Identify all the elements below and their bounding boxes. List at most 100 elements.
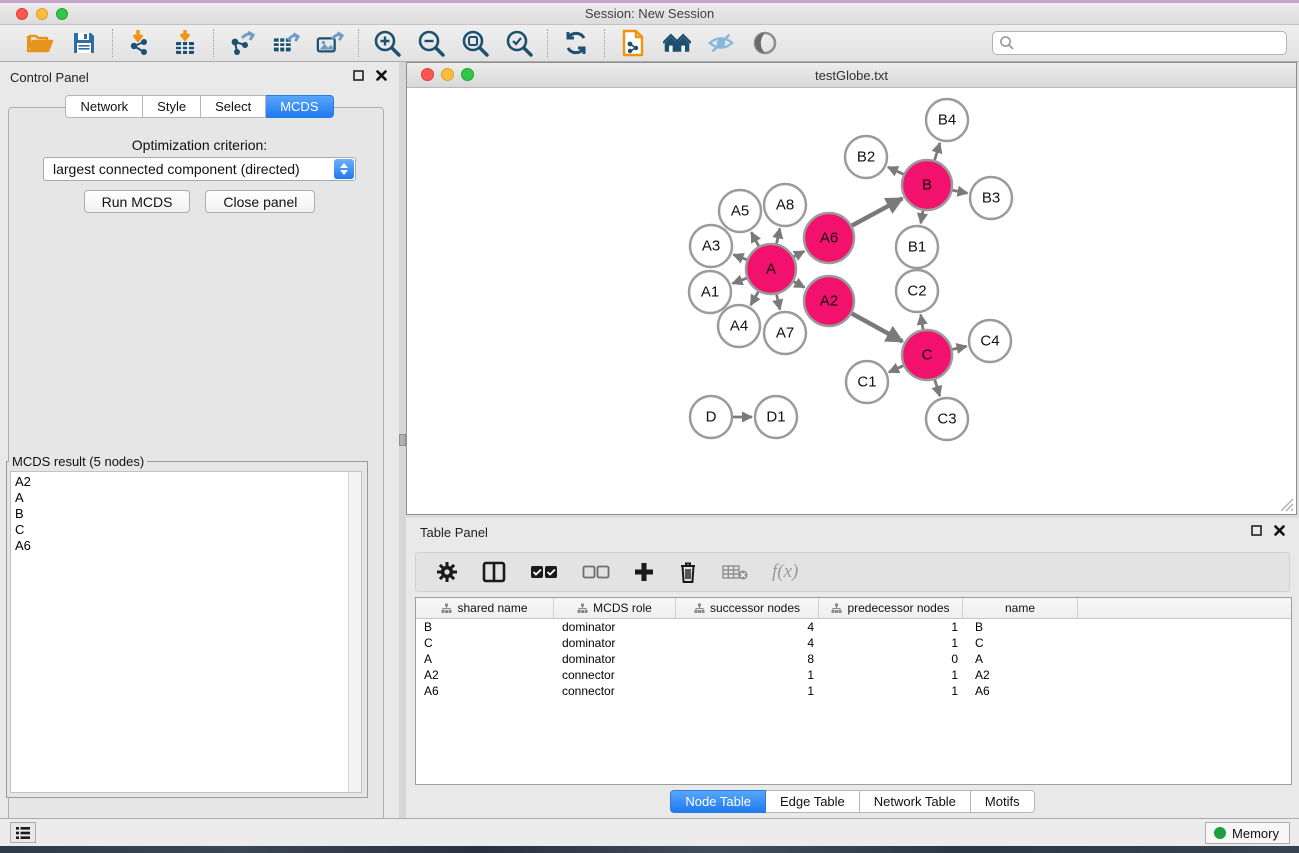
hide-details-eye-icon[interactable]	[707, 29, 735, 57]
graph-node-label-B1: B1	[908, 239, 926, 256]
tab-network[interactable]: Network	[65, 95, 143, 118]
float-panel-icon[interactable]	[353, 70, 364, 81]
table-row[interactable]: A2connector11A2	[416, 667, 1291, 683]
graph-edge-A6-B[interactable]	[852, 198, 903, 225]
graph-edge-A-A2[interactable]	[794, 282, 805, 288]
tab-select[interactable]: Select	[201, 95, 266, 118]
resize-grip-icon[interactable]	[1280, 498, 1294, 512]
memory-button[interactable]: Memory	[1205, 822, 1290, 844]
dropdown-stepper-icon	[334, 159, 354, 179]
cell-name: A6	[963, 683, 1078, 699]
graph-edge-A-A1[interactable]	[733, 278, 747, 283]
table-row[interactable]: Bdominator41B	[416, 619, 1291, 635]
float-table-panel-icon[interactable]	[1251, 525, 1262, 536]
refresh-layout-icon[interactable]	[562, 29, 590, 57]
network-window-title: testGlobe.txt	[407, 68, 1296, 83]
column-header-name[interactable]: name	[963, 598, 1078, 618]
tab-edge-table[interactable]: Edge Table	[766, 790, 860, 813]
deselect-all-checkboxes-icon[interactable]	[582, 565, 610, 579]
zoom-selected-icon[interactable]	[505, 29, 533, 57]
tab-style[interactable]: Style	[143, 95, 201, 118]
delete-column-trash-icon[interactable]	[678, 561, 698, 583]
dropdown-value: largest connected component (directed)	[53, 161, 300, 177]
graph-edge-B-B4[interactable]	[935, 143, 940, 160]
graph-edge-A-A5[interactable]	[751, 232, 758, 246]
table-panel-title: Table Panel	[420, 525, 488, 540]
add-column-icon[interactable]	[634, 562, 654, 582]
close-table-panel-icon[interactable]	[1274, 525, 1285, 536]
graph-node-label-A8: A8	[776, 197, 794, 214]
graph-edge-A-A7[interactable]	[777, 294, 780, 309]
select-all-checkboxes-icon[interactable]	[530, 565, 558, 579]
tab-node-table[interactable]: Node Table	[670, 790, 766, 813]
splitter-handle[interactable]	[399, 434, 406, 446]
graph-edge-A-A6[interactable]	[794, 251, 804, 257]
export-image-icon[interactable]	[316, 29, 344, 57]
cell-name: A	[963, 651, 1078, 667]
table-row[interactable]: Cdominator41C	[416, 635, 1291, 651]
export-table-icon[interactable]	[272, 29, 300, 57]
graph-edge-A-A8[interactable]	[777, 228, 780, 243]
clone-network-icon[interactable]	[619, 29, 647, 57]
tab-motifs[interactable]: Motifs	[971, 790, 1035, 813]
graph-edge-A-A3[interactable]	[733, 255, 746, 260]
graph-edge-B-B3[interactable]	[953, 190, 968, 193]
search-icon	[999, 35, 1015, 51]
search-input[interactable]	[992, 31, 1287, 55]
column-header-shared-name[interactable]: shared name	[416, 598, 554, 618]
zoom-fit-icon[interactable]	[461, 29, 489, 57]
zoom-out-icon[interactable]	[417, 29, 445, 57]
main-titlebar[interactable]: Session: New Session	[0, 3, 1299, 25]
graph-node-label-A7: A7	[776, 325, 794, 342]
task-history-list-button[interactable]	[10, 822, 36, 843]
scrollbar-track[interactable]	[348, 472, 361, 792]
table-settings-gear-icon[interactable]	[436, 561, 458, 583]
column-visibility-icon[interactable]	[482, 561, 506, 583]
graph-edge-C-C1[interactable]	[889, 366, 903, 373]
column-header-successor-nodes[interactable]: successor nodes	[676, 598, 819, 618]
table-panel: Table Panel	[406, 518, 1299, 818]
graph-edge-B-B1[interactable]	[921, 211, 923, 224]
close-panel-icon[interactable]	[376, 70, 387, 81]
save-session-icon[interactable]	[70, 29, 98, 57]
table-header-row: shared nameMCDS rolesuccessor nodesprede…	[416, 598, 1291, 619]
cell-successor-nodes: 1	[676, 667, 819, 683]
run-mcds-button[interactable]: Run MCDS	[84, 190, 191, 213]
mcds-result-item: A6	[15, 538, 361, 554]
zoom-in-icon[interactable]	[373, 29, 401, 57]
cell-filler	[1078, 667, 1291, 683]
import-table-icon[interactable]	[171, 29, 199, 57]
column-header-mcds-role[interactable]: MCDS role	[554, 598, 676, 618]
mcds-result-item: A	[15, 490, 361, 506]
graph-edge-A2-C[interactable]	[852, 314, 903, 342]
vertical-splitter[interactable]	[399, 62, 406, 818]
close-panel-button[interactable]: Close panel	[205, 190, 315, 213]
graph-edge-C-C2[interactable]	[921, 315, 923, 330]
cell-filler	[1078, 635, 1291, 651]
table-row[interactable]: Adominator80A	[416, 651, 1291, 667]
function-builder-fx-icon[interactable]: f(x)	[772, 561, 798, 583]
graph-edge-A-A4[interactable]	[751, 292, 759, 305]
network-window-titlebar[interactable]: testGlobe.txt	[407, 63, 1296, 88]
import-network-icon[interactable]	[127, 29, 155, 57]
cell-successor-nodes: 8	[676, 651, 819, 667]
mcds-result-list[interactable]: A2ABCA6	[10, 471, 362, 793]
tab-network-table[interactable]: Network Table	[860, 790, 971, 813]
optimization-criterion-dropdown[interactable]: largest connected component (directed)	[43, 157, 356, 181]
delete-table-icon[interactable]	[722, 564, 748, 580]
tab-mcds[interactable]: MCDS	[266, 95, 333, 118]
graph-edge-C-C4[interactable]	[952, 346, 966, 349]
show-all-networks-icon[interactable]	[663, 29, 691, 57]
open-file-icon[interactable]	[26, 29, 54, 57]
cell-name: A2	[963, 667, 1078, 683]
graph-edge-B-B2[interactable]	[888, 167, 904, 174]
cell-successor-nodes: 4	[676, 635, 819, 651]
graph-node-label-A3: A3	[702, 238, 720, 255]
graph-edge-C-C3[interactable]	[935, 380, 940, 396]
window-title: Session: New Session	[0, 6, 1299, 21]
column-header-predecessor-nodes[interactable]: predecessor nodes	[819, 598, 963, 618]
show-graphics-details-eye-icon[interactable]	[751, 29, 779, 57]
table-row[interactable]: A6connector11A6	[416, 683, 1291, 699]
network-canvas[interactable]: B4B2BB3A8A5A6A3B1AA1C2A2A4A7C4CC1DD1C3	[407, 88, 1296, 514]
export-network-icon[interactable]	[228, 29, 256, 57]
